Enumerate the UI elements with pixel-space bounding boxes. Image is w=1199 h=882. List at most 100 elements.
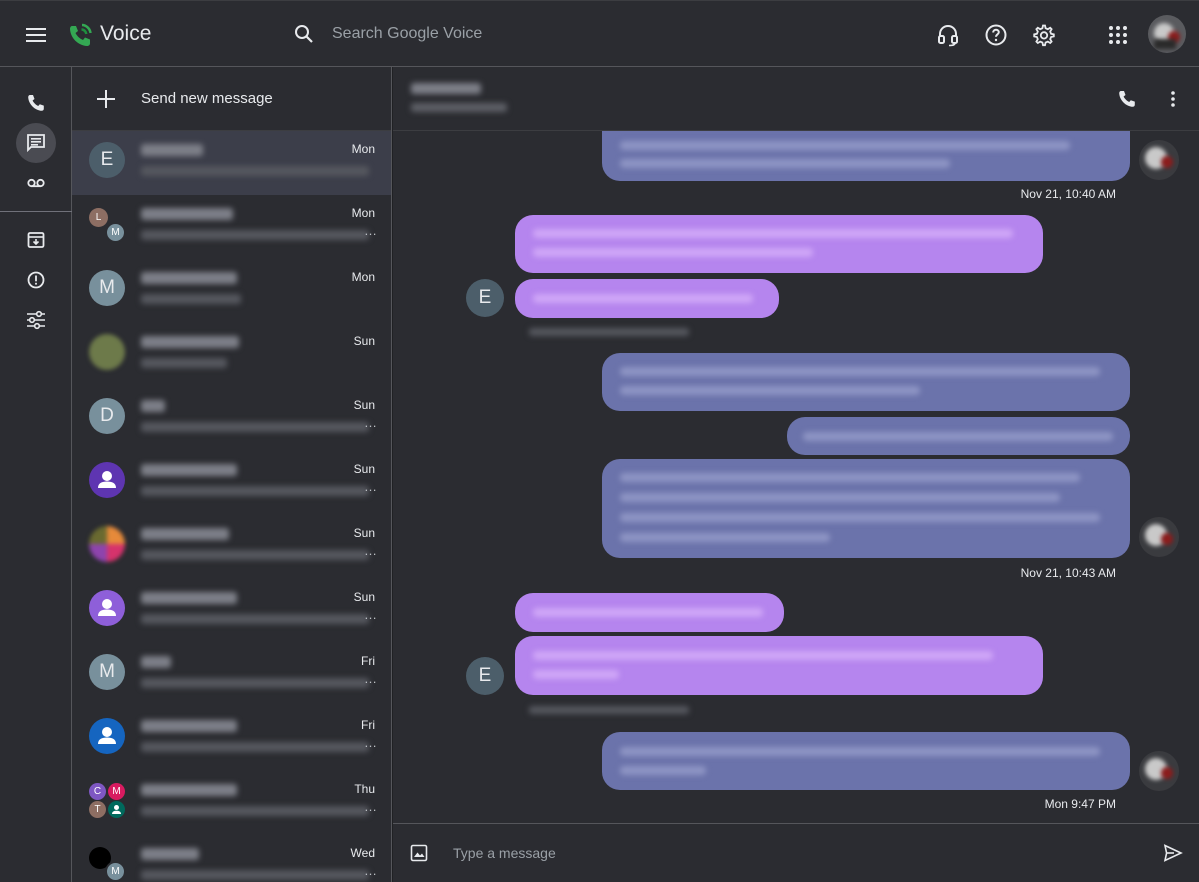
rail-item-calls[interactable] (16, 83, 56, 123)
rail-item-spam[interactable] (16, 260, 56, 300)
conversation-day: Fri (361, 654, 375, 668)
conversation-row[interactable]: … Sun (72, 515, 391, 579)
message-icon (27, 134, 45, 153)
incoming-message-bubble[interactable] (515, 593, 784, 632)
tune-icon (27, 310, 45, 330)
message-preview-redacted (141, 486, 369, 496)
contact-avatar: D (89, 398, 125, 434)
conversation-day: Wed (350, 846, 375, 860)
rail-item-archive[interactable] (16, 220, 56, 260)
rail-item-voicemail[interactable] (16, 163, 56, 203)
message-preview-redacted (141, 166, 369, 176)
phone-icon (1119, 91, 1135, 107)
message-preview-redacted (141, 870, 369, 880)
send-new-message-label: Send new message (141, 90, 273, 107)
contact-name-redacted (141, 656, 171, 668)
conversation-row[interactable]: C M T … Thu (72, 771, 391, 835)
attach-image-button[interactable] (410, 844, 428, 862)
sender-info-redacted (529, 706, 689, 714)
apps-grid-icon[interactable] (1106, 23, 1130, 47)
send-button[interactable] (1163, 843, 1183, 863)
conversation-row[interactable]: M … Fri (72, 643, 391, 707)
contact-name-redacted (141, 336, 239, 348)
settings-icon[interactable] (1032, 23, 1056, 47)
contact-avatar: E (466, 657, 504, 695)
more-vert-icon (1171, 91, 1175, 107)
conversation-day: Sun (353, 334, 375, 348)
conversation-pane: Nov 21, 10:40 AM E Nov 21, 10:43 AM E Mo… (393, 67, 1199, 882)
message-timestamp: Mon 9:47 PM (1044, 797, 1116, 811)
conversation-row[interactable]: … Sun (72, 579, 391, 643)
message-preview-redacted (141, 742, 369, 752)
person-icon (89, 462, 125, 498)
incoming-message-bubble[interactable] (515, 636, 1043, 695)
conversation-day: Fri (361, 718, 375, 732)
outgoing-message-bubble[interactable] (602, 131, 1130, 181)
navigation-rail (0, 67, 72, 882)
rail-item-messages[interactable] (16, 123, 56, 163)
outgoing-message-bubble[interactable] (602, 353, 1130, 411)
contact-avatar-small: M (108, 783, 125, 800)
conversation-row[interactable]: E Mon (72, 131, 391, 195)
message-timestamp: Nov 21, 10:43 AM (1020, 566, 1116, 580)
conversation-header (393, 67, 1199, 131)
outgoing-message-bubble[interactable] (602, 732, 1130, 790)
voice-logo-icon[interactable] (66, 22, 94, 50)
conversation-day: Mon (351, 206, 375, 220)
my-avatar (1139, 517, 1179, 557)
my-avatar (1139, 751, 1179, 791)
incoming-message-bubble[interactable] (515, 279, 779, 318)
phone-icon (28, 95, 44, 111)
contact-name-redacted (141, 208, 233, 220)
send-new-message-button[interactable]: Send new message (72, 67, 391, 131)
contact-avatar: M (89, 270, 125, 306)
message-timestamp: Nov 21, 10:40 AM (1020, 187, 1116, 201)
contact-name-redacted (141, 784, 237, 796)
conversation-row[interactable]: D … Sun (72, 387, 391, 451)
headset-icon[interactable] (936, 23, 960, 47)
message-input[interactable] (443, 838, 1123, 868)
conversation-row[interactable]: L M … Mon (72, 195, 391, 259)
contact-name-redacted (141, 400, 165, 412)
message-preview-redacted (141, 550, 369, 560)
account-avatar[interactable] (1148, 15, 1186, 53)
person-icon (89, 718, 125, 754)
message-preview-redacted (141, 806, 369, 816)
contact-avatar-small: T (89, 801, 106, 818)
conversation-list: Send new message E Mon L M … Mon M Mon S… (72, 67, 392, 882)
contact-name-redacted (141, 592, 237, 604)
contact-avatar-small: M (105, 861, 126, 882)
message-composer (393, 823, 1199, 882)
contact-name-redacted (141, 720, 237, 732)
rail-item-settings[interactable] (16, 300, 56, 340)
conversation-day: Sun (353, 398, 375, 412)
contact-photo (89, 334, 125, 370)
search-icon[interactable] (293, 23, 315, 45)
outgoing-message-bubble[interactable] (602, 459, 1130, 558)
rail-divider (0, 211, 72, 212)
contact-number-redacted (411, 103, 507, 112)
outgoing-message-bubble[interactable] (787, 417, 1130, 455)
help-icon[interactable] (984, 23, 1008, 47)
conversation-row[interactable]: M Mon (72, 259, 391, 323)
message-preview-redacted (141, 422, 369, 432)
conversation-row[interactable]: … Fri (72, 707, 391, 771)
conversation-row[interactable]: … Sun (72, 451, 391, 515)
group-avatar (89, 526, 125, 562)
conversation-row[interactable]: M … Wed (72, 835, 391, 882)
top-app-bar: Voice (0, 0, 1199, 67)
conversation-row[interactable]: Sun (72, 323, 391, 387)
incoming-message-bubble[interactable] (515, 215, 1043, 273)
menu-icon[interactable] (20, 20, 52, 50)
spam-icon (27, 271, 45, 289)
more-options-button[interactable] (1166, 89, 1180, 109)
conversation-day: Sun (353, 462, 375, 476)
call-button[interactable] (1117, 89, 1137, 109)
person-icon (108, 801, 125, 818)
app-title[interactable]: Voice (100, 22, 151, 46)
conversation-day: Mon (351, 142, 375, 156)
person-icon (89, 590, 125, 626)
contact-avatar: E (466, 279, 504, 317)
contact-avatar-small: C (89, 783, 106, 800)
search-input[interactable] (322, 17, 882, 51)
